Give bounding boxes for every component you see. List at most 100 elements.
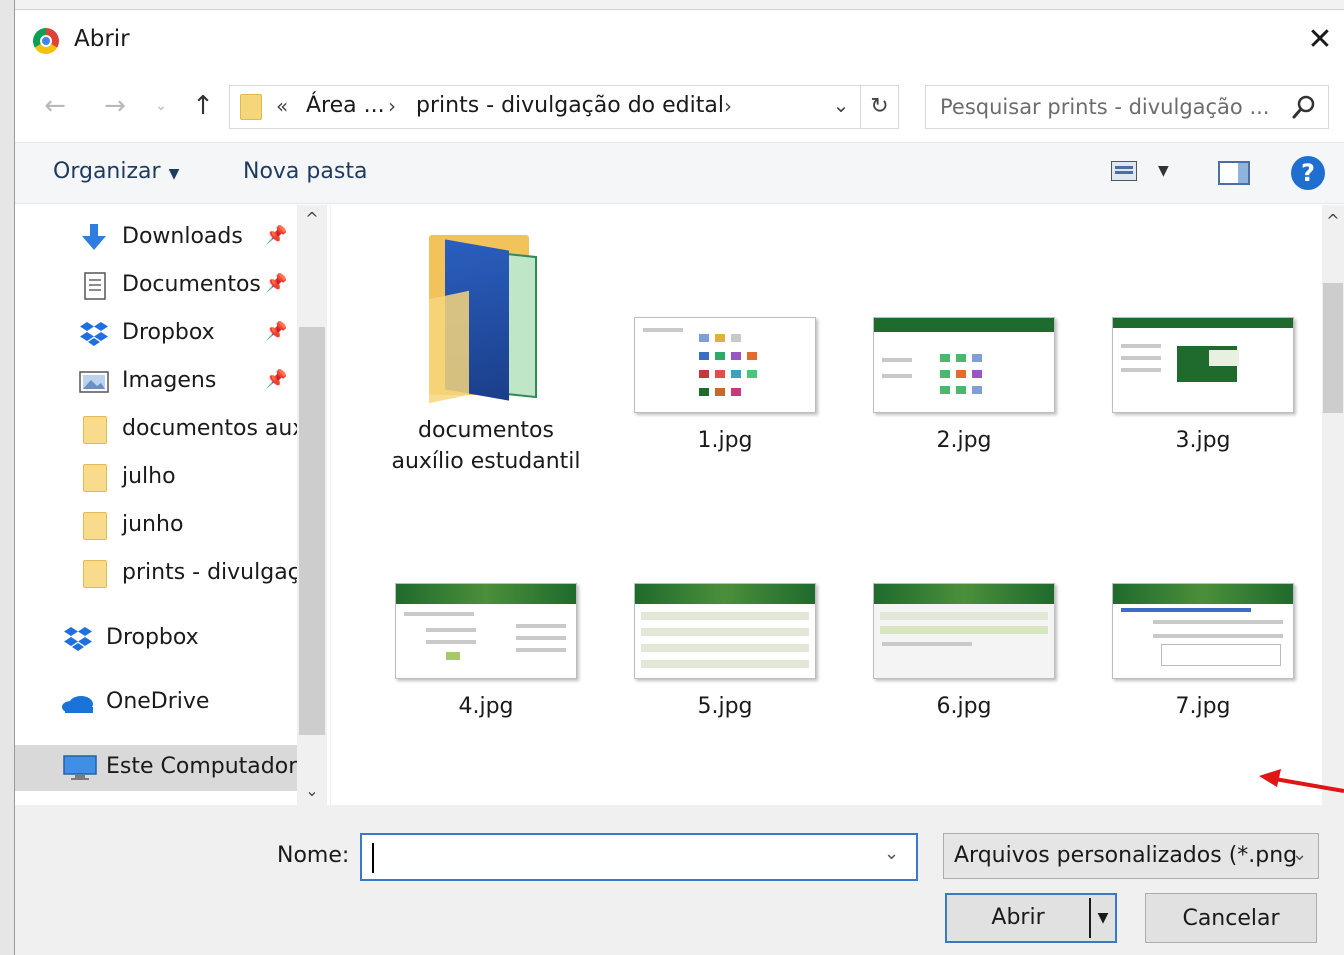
open-button[interactable]: Abrir ▼ xyxy=(945,893,1117,943)
search-input[interactable] xyxy=(940,86,1280,128)
folder-icon xyxy=(83,416,107,444)
close-button[interactable]: ✕ xyxy=(1300,20,1340,60)
forward-button[interactable]: → xyxy=(97,86,133,126)
file-name-combobox[interactable]: ⌄ xyxy=(360,833,918,881)
sidebar-item-label: OneDrive xyxy=(106,689,210,714)
scrollbar-thumb[interactable] xyxy=(299,327,325,735)
new-folder-button[interactable]: Nova pasta xyxy=(243,159,367,184)
file-item-3jpg[interactable]: 3.jpg xyxy=(1103,317,1303,456)
folder-icon xyxy=(83,512,107,540)
caret-down-icon: ▼ xyxy=(168,166,180,182)
image-thumbnail xyxy=(634,583,816,679)
file-name: 4.jpg xyxy=(458,694,514,719)
file-list-scrollbar[interactable]: ^ xyxy=(1322,205,1344,805)
help-icon[interactable]: ? xyxy=(1291,156,1325,190)
file-name-input[interactable] xyxy=(370,839,870,875)
image-thumbnail xyxy=(395,583,577,679)
file-name: 1.jpg xyxy=(697,428,753,453)
pin-icon[interactable]: 📌 xyxy=(265,273,287,294)
organize-label: Organizar xyxy=(53,159,161,184)
image-thumbnail xyxy=(873,317,1055,413)
image-thumbnail xyxy=(1112,583,1294,679)
sidebar-item-dropbox-pinned[interactable]: Dropbox 📌 xyxy=(15,311,297,357)
file-name: 3.jpg xyxy=(1175,428,1231,453)
sidebar-item-documentos-aux[interactable]: documentos aux xyxy=(15,407,297,453)
folder-icon xyxy=(83,464,107,492)
sidebar-item-imagens[interactable]: Imagens 📌 xyxy=(15,359,297,405)
file-name: 6.jpg xyxy=(936,694,992,719)
sidebar-item-label: Downloads xyxy=(122,224,243,249)
recent-locations-button[interactable]: ⌄ xyxy=(150,86,172,126)
file-type-select[interactable]: Arquivos personalizados (*.png ⌄ xyxy=(943,833,1319,879)
breadcrumb-area[interactable]: Área ... xyxy=(306,93,385,118)
scroll-up-arrow[interactable]: ^ xyxy=(297,209,327,228)
breadcrumb-separator[interactable]: › xyxy=(724,94,732,118)
sidebar-item-prints[interactable]: prints - divulgaç xyxy=(15,551,297,597)
sidebar-item-dropbox[interactable]: Dropbox xyxy=(15,616,297,662)
sidebar-item-label: Documentos xyxy=(122,272,261,297)
file-item-2jpg[interactable]: 2.jpg xyxy=(864,317,1064,456)
address-overflow-chevron[interactable]: « xyxy=(276,94,288,118)
preview-pane-icon[interactable] xyxy=(1218,161,1250,185)
sidebar-item-label: junho xyxy=(122,512,184,537)
sidebar-item-label: julho xyxy=(122,464,176,489)
chevron-down-icon[interactable]: ⌄ xyxy=(884,843,899,864)
file-item-5jpg[interactable]: 5.jpg xyxy=(625,583,825,722)
file-item-1jpg[interactable]: 1.jpg xyxy=(625,317,825,456)
folder-icon xyxy=(83,560,107,588)
organize-menu-button[interactable]: Organizar ▼ xyxy=(53,159,179,184)
view-options-dropdown[interactable]: ▼ xyxy=(1158,163,1169,179)
search-icon[interactable] xyxy=(1286,92,1320,122)
pin-icon[interactable]: 📌 xyxy=(265,321,287,342)
chevron-down-icon[interactable]: ⌄ xyxy=(1292,844,1307,865)
sidebar-scrollbar[interactable]: ^ ⌄ xyxy=(297,205,327,805)
sidebar-item-downloads[interactable]: Downloads 📌 xyxy=(15,215,297,261)
folder-icon xyxy=(240,94,262,120)
refresh-button[interactable]: ↻ xyxy=(860,86,898,128)
open-button-label: Abrir xyxy=(991,905,1045,930)
up-folder-button[interactable]: ↑ xyxy=(185,86,221,126)
file-item-4jpg[interactable]: 4.jpg xyxy=(386,583,586,722)
back-button[interactable]: ← xyxy=(37,86,73,126)
sidebar-item-label: Imagens xyxy=(122,368,217,393)
sidebar-item-este-computador[interactable]: Este Computador xyxy=(15,745,297,791)
open-options-dropdown[interactable]: ▼ xyxy=(1089,898,1115,938)
navigation-bar: ← → ⌄ ↑ « Área ... › prints - divulgação… xyxy=(15,80,1344,136)
dropbox-icon xyxy=(64,627,92,651)
navigation-pane: Downloads 📌 Documentos 📌 Dropbox 📌 Image… xyxy=(15,205,297,805)
scrollbar-thumb[interactable] xyxy=(1323,283,1343,413)
pin-icon[interactable]: 📌 xyxy=(265,369,287,390)
cancel-button[interactable]: Cancelar xyxy=(1145,893,1317,943)
sidebar-item-julho[interactable]: julho xyxy=(15,455,297,501)
sidebar-item-label: documentos aux xyxy=(122,416,297,441)
folder-item-documentos[interactable]: documentos auxílio estudantil xyxy=(386,235,586,477)
sidebar-item-label: Este Computador xyxy=(106,754,297,779)
pin-icon[interactable]: 📌 xyxy=(265,225,287,246)
background-window-edge xyxy=(0,0,1344,10)
file-name-line: documentos xyxy=(418,418,554,443)
sidebar-item-label: Dropbox xyxy=(122,320,215,345)
address-history-dropdown[interactable]: ⌄ xyxy=(826,93,856,117)
sidebar-item-junho[interactable]: junho xyxy=(15,503,297,549)
file-item-6jpg[interactable]: 6.jpg xyxy=(864,583,1064,722)
text-cursor xyxy=(372,843,374,873)
breadcrumb-separator[interactable]: › xyxy=(388,94,396,118)
file-type-value: Arquivos personalizados (*.png xyxy=(954,843,1298,868)
onedrive-icon xyxy=(62,696,93,713)
sidebar-item-documentos[interactable]: Documentos 📌 xyxy=(15,263,297,309)
folder-thumbnail-icon xyxy=(421,235,551,405)
annotation-arrow xyxy=(1259,769,1344,793)
dropbox-icon xyxy=(80,322,108,346)
document-icon xyxy=(84,272,106,300)
address-bar[interactable]: « Área ... › prints - divulgação do edit… xyxy=(229,85,899,129)
sidebar-item-label: prints - divulgaç xyxy=(122,560,297,585)
computer-icon xyxy=(63,755,97,780)
scroll-up-arrow[interactable]: ^ xyxy=(1322,211,1344,230)
file-item-7jpg[interactable]: 7.jpg xyxy=(1103,583,1303,722)
change-view-icon[interactable] xyxy=(1111,161,1137,181)
breadcrumb-current-folder[interactable]: prints - divulgação do edital xyxy=(416,93,724,118)
file-name: 5.jpg xyxy=(697,694,753,719)
sidebar-item-onedrive[interactable]: OneDrive xyxy=(15,680,297,726)
file-name: 7.jpg xyxy=(1175,694,1231,719)
scroll-down-arrow[interactable]: ⌄ xyxy=(297,781,327,800)
